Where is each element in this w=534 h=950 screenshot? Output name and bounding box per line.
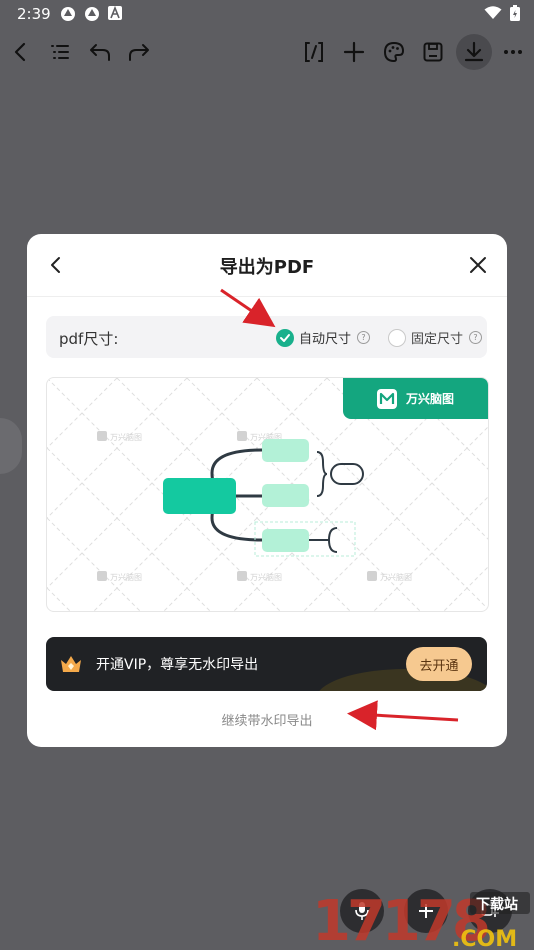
wifi-icon bbox=[484, 6, 502, 19]
more-icon bbox=[504, 50, 522, 54]
unchecked-radio-icon bbox=[388, 328, 406, 347]
crown-icon bbox=[61, 656, 81, 672]
status-time: 2:39 bbox=[17, 5, 51, 23]
svg-text:万兴脑图: 万兴脑图 bbox=[110, 432, 142, 442]
export-preview: 万兴脑图 万兴脑图 万兴脑图 万兴脑图 万兴脑图 万兴脑图 bbox=[46, 377, 489, 612]
redo-icon bbox=[129, 44, 149, 61]
checked-radio-icon bbox=[276, 328, 294, 347]
fixed-size-option[interactable]: 固定尺寸 ? bbox=[388, 328, 483, 347]
app-a-icon bbox=[108, 6, 122, 20]
export-pdf-dialog: 导出为PDF pdf尺寸: 自动尺寸 ? 固定尺寸 ? 万兴脑图 万兴脑图 万兴… bbox=[27, 234, 507, 747]
pdf-size-label: pdf尺寸: bbox=[59, 330, 119, 348]
pdf-size-row: pdf尺寸: 自动尺寸 ? 固定尺寸 ? bbox=[46, 316, 487, 358]
editor-toolbar bbox=[0, 34, 534, 74]
continue-with-watermark-link[interactable]: 继续带水印导出 bbox=[27, 710, 507, 729]
close-icon bbox=[470, 257, 486, 273]
svg-text:万兴脑图: 万兴脑图 bbox=[110, 572, 142, 582]
redo-button[interactable] bbox=[121, 34, 157, 70]
add-icon bbox=[343, 41, 365, 63]
outline-icon bbox=[51, 45, 69, 59]
side-drawer-handle[interactable] bbox=[0, 418, 22, 474]
more-button[interactable] bbox=[495, 34, 531, 70]
theme-button[interactable] bbox=[376, 34, 412, 70]
auto-size-label: 自动尺寸 bbox=[299, 332, 352, 347]
back-icon bbox=[14, 42, 26, 62]
site-watermark-logo: 17178 .COM 下载站 bbox=[312, 889, 530, 950]
help-icon[interactable]: ? bbox=[357, 331, 371, 344]
dialog-title: 导出为PDF bbox=[219, 257, 315, 278]
download-icon bbox=[464, 41, 484, 62]
notification-icons bbox=[60, 6, 122, 22]
status-bar: 2:39 bbox=[0, 0, 534, 28]
system-icons bbox=[484, 5, 520, 21]
svg-text:下载站: 下载站 bbox=[476, 896, 518, 913]
svg-text:万兴脑图: 万兴脑图 bbox=[380, 572, 412, 582]
app-notification-icon bbox=[61, 7, 75, 21]
ai-brackets-button[interactable] bbox=[296, 34, 332, 70]
open-vip-button[interactable]: 去开通 bbox=[406, 647, 472, 681]
vip-promo-text: 开通VIP，尊享无水印导出 bbox=[96, 657, 259, 673]
export-button[interactable] bbox=[456, 34, 492, 70]
vip-promo-bar: 开通VIP，尊享无水印导出 去开通 bbox=[46, 637, 487, 691]
undo-icon bbox=[90, 44, 110, 61]
palette-icon bbox=[383, 41, 405, 63]
back-button[interactable] bbox=[3, 34, 39, 70]
auto-size-option[interactable]: 自动尺寸 ? bbox=[276, 328, 371, 347]
outline-button[interactable] bbox=[42, 34, 78, 70]
fixed-size-label: 固定尺寸 bbox=[411, 332, 464, 347]
ai-brackets-icon bbox=[305, 42, 323, 62]
brand-name: 万兴脑图 bbox=[406, 392, 455, 406]
brand-logo-icon bbox=[377, 388, 397, 409]
help-icon[interactable]: ? bbox=[469, 331, 483, 344]
dialog-header: 导出为PDF bbox=[27, 234, 507, 297]
save-icon bbox=[423, 42, 443, 62]
brand-badge: 万兴脑图 bbox=[343, 378, 488, 419]
battery-icon bbox=[510, 5, 520, 21]
svg-text:.COM: .COM bbox=[452, 927, 517, 950]
add-button[interactable] bbox=[336, 34, 372, 70]
save-button[interactable] bbox=[415, 34, 451, 70]
svg-text:万兴脑图: 万兴脑图 bbox=[250, 572, 282, 582]
app-notification-icon bbox=[85, 7, 99, 21]
undo-button[interactable] bbox=[82, 34, 118, 70]
dialog-close-button[interactable] bbox=[465, 252, 491, 278]
